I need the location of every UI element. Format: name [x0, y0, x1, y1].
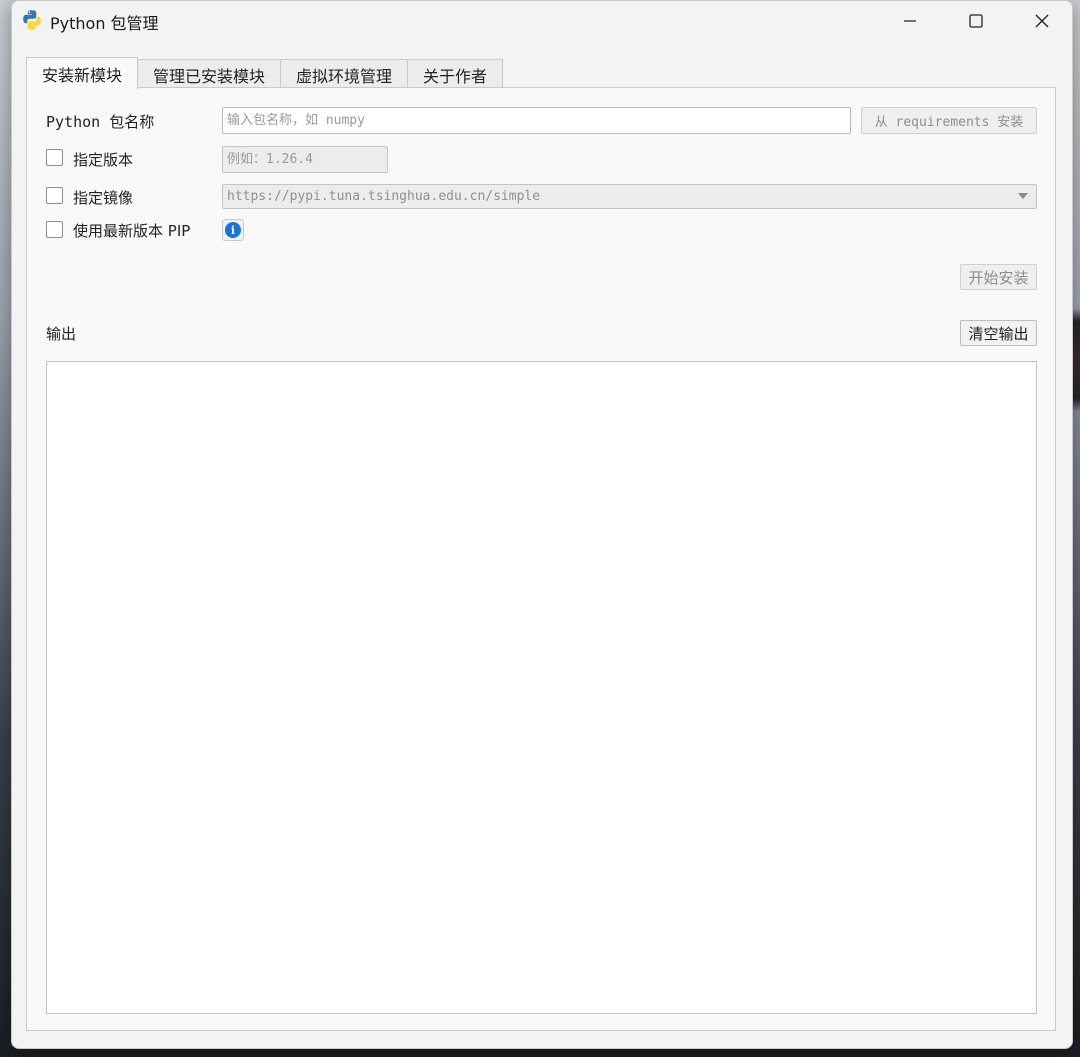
- window-title: Python 包管理: [50, 14, 159, 33]
- tab-manage-installed-modules[interactable]: 管理已安装模块: [137, 59, 282, 89]
- close-icon: [1035, 14, 1049, 28]
- mirror-select-value: https://pypi.tuna.tsinghua.edu.cn/simple: [227, 189, 541, 204]
- latest-pip-label: 使用最新版本 PIP: [73, 222, 191, 240]
- info-icon: i: [225, 222, 241, 238]
- minimize-icon: [904, 20, 916, 22]
- mirror-select[interactable]: https://pypi.tuna.tsinghua.edu.cn/simple: [222, 184, 1037, 209]
- app-window: Python 包管理 安装新模块 管理已安装模块 虚拟环境管理 关于作者 Pyt…: [11, 0, 1073, 1049]
- start-install-button[interactable]: 开始安装: [960, 264, 1037, 290]
- tab-about-author[interactable]: 关于作者: [407, 59, 504, 89]
- output-label: 输出: [46, 325, 77, 343]
- title-bar[interactable]: Python 包管理: [12, 1, 1072, 41]
- package-name-input[interactable]: [222, 107, 851, 134]
- output-textarea[interactable]: [46, 361, 1037, 1014]
- chevron-down-icon: [1018, 193, 1028, 199]
- version-input[interactable]: [222, 146, 388, 173]
- maximize-icon: [969, 14, 983, 28]
- close-button[interactable]: [1012, 1, 1072, 41]
- tab-install-new-module[interactable]: 安装新模块: [26, 57, 139, 89]
- clear-output-button[interactable]: 清空输出: [960, 320, 1037, 346]
- specify-version-label: 指定版本: [73, 151, 134, 169]
- package-name-label: Python 包名称: [46, 113, 155, 131]
- latest-pip-checkbox[interactable]: [46, 221, 63, 238]
- specify-version-checkbox[interactable]: [46, 149, 63, 166]
- maximize-button[interactable]: [946, 1, 1006, 41]
- tab-bar: 安装新模块 管理已安装模块 虚拟环境管理 关于作者: [26, 57, 504, 89]
- info-button[interactable]: i: [222, 219, 244, 241]
- minimize-button[interactable]: [880, 1, 940, 41]
- python-logo-icon: [23, 10, 41, 30]
- tab-virtual-env-management[interactable]: 虚拟环境管理: [280, 59, 409, 89]
- install-from-requirements-button[interactable]: 从 requirements 安装: [861, 107, 1037, 134]
- specify-mirror-checkbox[interactable]: [46, 187, 63, 204]
- specify-mirror-label: 指定镜像: [73, 189, 134, 207]
